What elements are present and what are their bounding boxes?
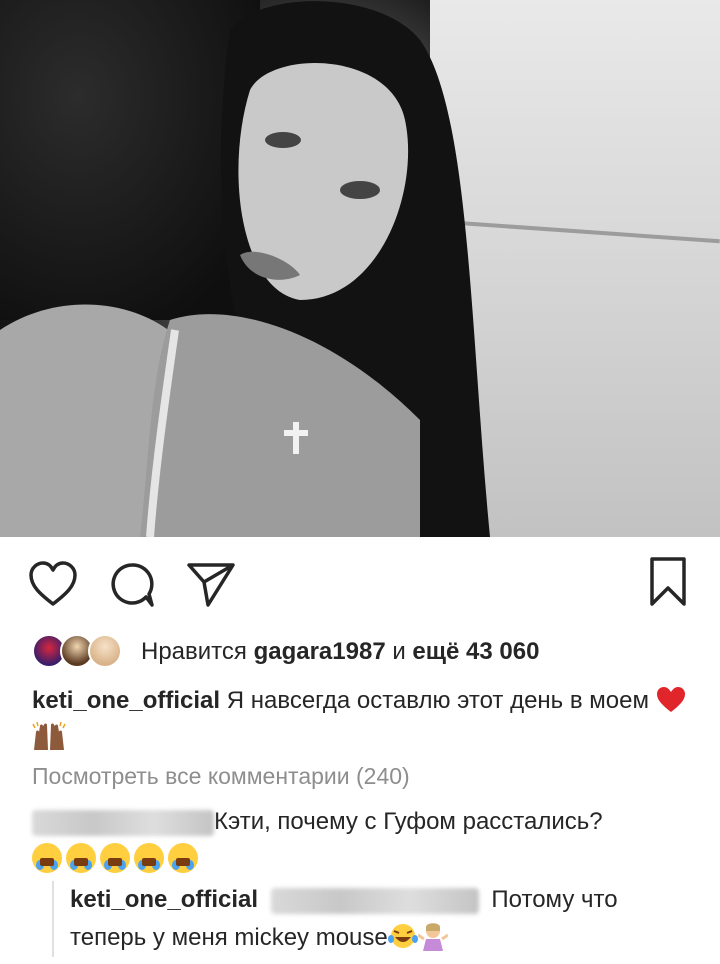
avatar <box>88 634 122 668</box>
reply-text-line2: теперь у меня mickey mouse <box>70 924 388 951</box>
post-caption: keti_one_official Я навсегда оставлю это… <box>32 682 692 759</box>
bookmark-icon[interactable] <box>648 556 688 608</box>
likes-text: Нравится gagara1987 и ещё 43 060 <box>141 638 539 666</box>
comment-reply: keti_one_official Потому что теперь у ме… <box>52 881 710 957</box>
comment-item: Кэти, почему с Гуфом расстались? <box>32 803 712 873</box>
liker-avatars <box>32 634 127 670</box>
caption-text: Я навсегда оставлю этот день в моем <box>226 687 649 714</box>
likes-prefix: Нравится <box>141 638 247 665</box>
likes-conjunction: и <box>392 638 406 665</box>
raised-hands-icon <box>32 721 66 759</box>
likes-row[interactable]: Нравится gagara1987 и ещё 43 060 <box>32 632 539 672</box>
laughing-face-icon <box>387 924 418 951</box>
crying-face-icon <box>134 843 164 873</box>
caption-username[interactable]: keti_one_official <box>32 687 220 714</box>
comment-emoji-row <box>32 843 712 873</box>
portrait-photo <box>0 1 490 537</box>
crying-face-icon <box>66 843 96 873</box>
post-photo[interactable] <box>0 0 720 537</box>
crying-face-icon <box>168 843 198 873</box>
comment-text: Кэти, почему с Гуфом расстались? <box>214 808 603 835</box>
blurred-username[interactable] <box>32 809 214 836</box>
liker-username[interactable]: gagara1987 <box>254 638 386 665</box>
reply-username[interactable]: keti_one_official <box>70 886 258 913</box>
comment-icon[interactable] <box>108 561 156 609</box>
reply-text-line1: Потому что <box>491 886 618 913</box>
view-all-comments-link[interactable]: Посмотреть все комментарии (240) <box>32 763 410 790</box>
shrugging-person-icon <box>416 923 449 951</box>
blurred-mention[interactable] <box>270 887 479 914</box>
crying-face-icon <box>32 843 62 873</box>
likes-count[interactable]: ещё 43 060 <box>412 638 539 665</box>
paper-plane-icon[interactable] <box>186 560 236 608</box>
red-heart-icon <box>656 683 686 721</box>
crying-face-icon <box>100 843 130 873</box>
heart-icon[interactable] <box>28 560 78 608</box>
